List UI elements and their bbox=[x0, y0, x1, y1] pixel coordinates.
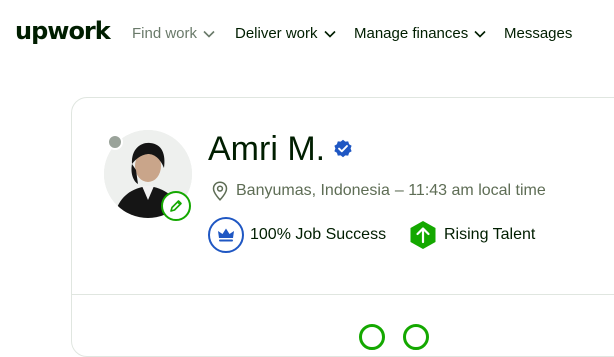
nav-manage-finances[interactable]: Manage finances bbox=[354, 24, 486, 44]
top-navigation: upwork Find work Deliver work Manage fin… bbox=[0, 0, 614, 66]
location-pin-icon bbox=[212, 181, 228, 201]
nav-find-work[interactable]: Find work bbox=[132, 24, 215, 44]
nav-deliver-work[interactable]: Deliver work bbox=[235, 24, 336, 44]
profile-name: Amri M. bbox=[208, 130, 326, 168]
partial-circle-icon bbox=[403, 324, 429, 350]
nav-messages-label: Messages bbox=[504, 25, 573, 42]
nav-deliver-work-label: Deliver work bbox=[235, 25, 318, 42]
chevron-down-icon bbox=[474, 30, 486, 38]
partial-circle-icon bbox=[359, 324, 385, 350]
location-text: Banyumas, Indonesia bbox=[236, 182, 390, 199]
job-success-badge[interactable]: 100% Job Success bbox=[208, 217, 386, 253]
edit-photo-button[interactable] bbox=[161, 191, 191, 221]
nav-find-work-label: Find work bbox=[132, 25, 198, 42]
pencil-icon bbox=[170, 200, 182, 212]
crown-badge-circle bbox=[208, 217, 244, 253]
local-time-text: – 11:43 am local time bbox=[394, 182, 546, 199]
rising-talent-text: Rising Talent bbox=[444, 226, 536, 243]
offline-status-dot bbox=[107, 134, 123, 150]
rising-talent-badge[interactable]: Rising Talent bbox=[408, 220, 535, 250]
location-row: Banyumas, Indonesia – 11:43 am local tim… bbox=[212, 180, 546, 202]
chevron-down-icon bbox=[323, 30, 336, 38]
upwork-logo[interactable]: upwork bbox=[15, 14, 111, 48]
nav-manage-finances-label: Manage finances bbox=[354, 25, 469, 42]
job-success-text: 100% Job Success bbox=[250, 226, 387, 243]
card-divider bbox=[72, 294, 614, 295]
rising-talent-hexagon-icon bbox=[410, 221, 436, 249]
verified-badge-icon bbox=[334, 139, 352, 158]
crown-icon bbox=[218, 228, 234, 242]
chevron-down-icon bbox=[203, 30, 215, 38]
nav-messages[interactable]: Messages bbox=[504, 24, 572, 44]
